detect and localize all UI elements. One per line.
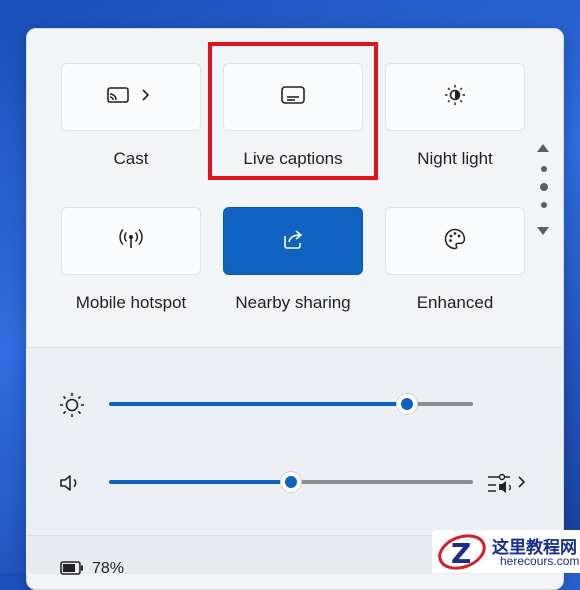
page-dot[interactable] <box>541 202 547 208</box>
cast-label: Cast <box>113 149 149 168</box>
hotspot-icon <box>118 228 144 255</box>
brightness-fill <box>109 402 408 406</box>
svg-text:Z: Z <box>451 537 471 570</box>
highlight-box <box>208 42 378 180</box>
share-icon <box>282 228 304 255</box>
volume-thumb[interactable] <box>280 471 302 493</box>
battery-icon <box>60 561 84 580</box>
night-light-label: Night light <box>417 149 493 168</box>
mobile-hotspot-tile[interactable] <box>61 207 201 275</box>
audio-output-icon[interactable] <box>486 470 530 501</box>
page-dot-current[interactable] <box>540 183 548 191</box>
speaker-icon[interactable] <box>58 472 84 499</box>
mobile-hotspot-label: Mobile hotspot <box>75 293 187 312</box>
night-light-icon <box>444 84 466 111</box>
battery-percent: 78% <box>92 560 125 577</box>
sliders-section <box>26 347 562 536</box>
nearby-sharing-label: Nearby sharing <box>235 293 351 312</box>
volume-slider[interactable] <box>109 471 473 493</box>
watermark: Z 这里教程网 herecours.com <box>432 530 580 573</box>
watermark-subtitle: herecours.com <box>500 554 580 568</box>
night-light-tile[interactable] <box>385 63 525 131</box>
brightness-icon <box>58 391 86 424</box>
cast-icon <box>107 85 155 110</box>
volume-fill <box>109 480 291 484</box>
page-dot[interactable] <box>541 166 547 172</box>
page-up-icon[interactable] <box>536 140 550 158</box>
brightness-slider[interactable] <box>109 393 473 415</box>
enhanced-tile[interactable] <box>385 207 525 275</box>
palette-icon <box>444 228 466 255</box>
watermark-logo: Z <box>436 532 488 577</box>
page-down-icon[interactable] <box>536 223 550 241</box>
nearby-sharing-tile[interactable] <box>223 207 363 275</box>
cast-tile[interactable] <box>61 63 201 131</box>
enhanced-label: Enhanced <box>416 293 494 312</box>
